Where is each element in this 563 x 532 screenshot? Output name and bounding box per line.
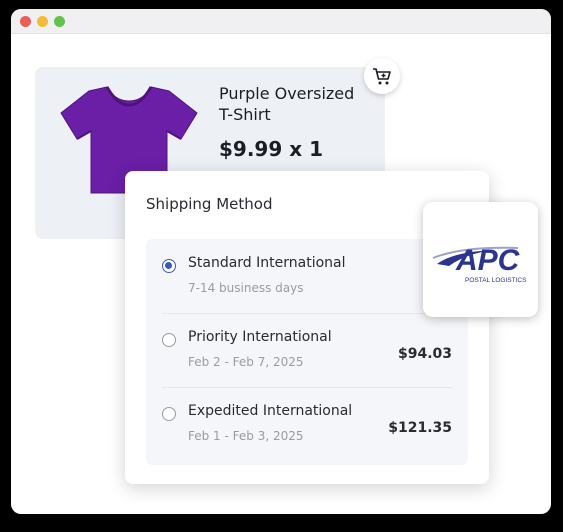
product-title: Purple Oversized T-Shirt [219,84,355,124]
shipping-option-expedited[interactable]: Expedited International Feb 1 - Feb 3, 2… [146,387,468,461]
carrier-logo: APC POSTAL LOGISTICS [423,202,538,317]
app-window: Purple Oversized T-Shirt $9.99 x 1 Shipp… [11,9,551,514]
option-name: Expedited International [188,403,353,419]
carrier-logo-text: APC [455,244,521,277]
option-delivery-dates: Feb 1 - Feb 3, 2025 [188,429,304,443]
radio-expedited[interactable] [162,407,176,421]
option-delivery-dates: Feb 2 - Feb 7, 2025 [188,355,304,369]
radio-priority[interactable] [162,333,176,347]
option-price: $94.03 [397,346,452,362]
option-name: Standard International [188,255,346,271]
radio-standard-selected[interactable] [162,259,176,273]
shipping-method-title: Shipping Method [146,195,273,213]
maximize-window-button[interactable] [54,16,65,27]
title-bar [11,9,551,34]
apc-logo-icon: APC POSTAL LOGISTICS [432,244,527,284]
shipping-option-priority[interactable]: Priority International Feb 2 - Feb 7, 20… [146,313,468,387]
option-price: $121.35 [388,420,452,436]
close-window-button[interactable] [20,16,31,27]
carrier-logo-tagline: POSTAL LOGISTICS [465,277,527,284]
shipping-options-list: Standard International 7-14 business day… [146,239,468,465]
option-delivery-time: 7-14 business days [188,281,304,295]
add-to-cart-button[interactable] [364,58,400,94]
option-name: Priority International [188,329,332,345]
add-to-cart-icon [373,68,391,85]
minimize-window-button[interactable] [37,16,48,27]
shipping-option-standard[interactable]: Standard International 7-14 business day… [146,239,468,313]
product-price: $9.99 x 1 [219,137,324,161]
